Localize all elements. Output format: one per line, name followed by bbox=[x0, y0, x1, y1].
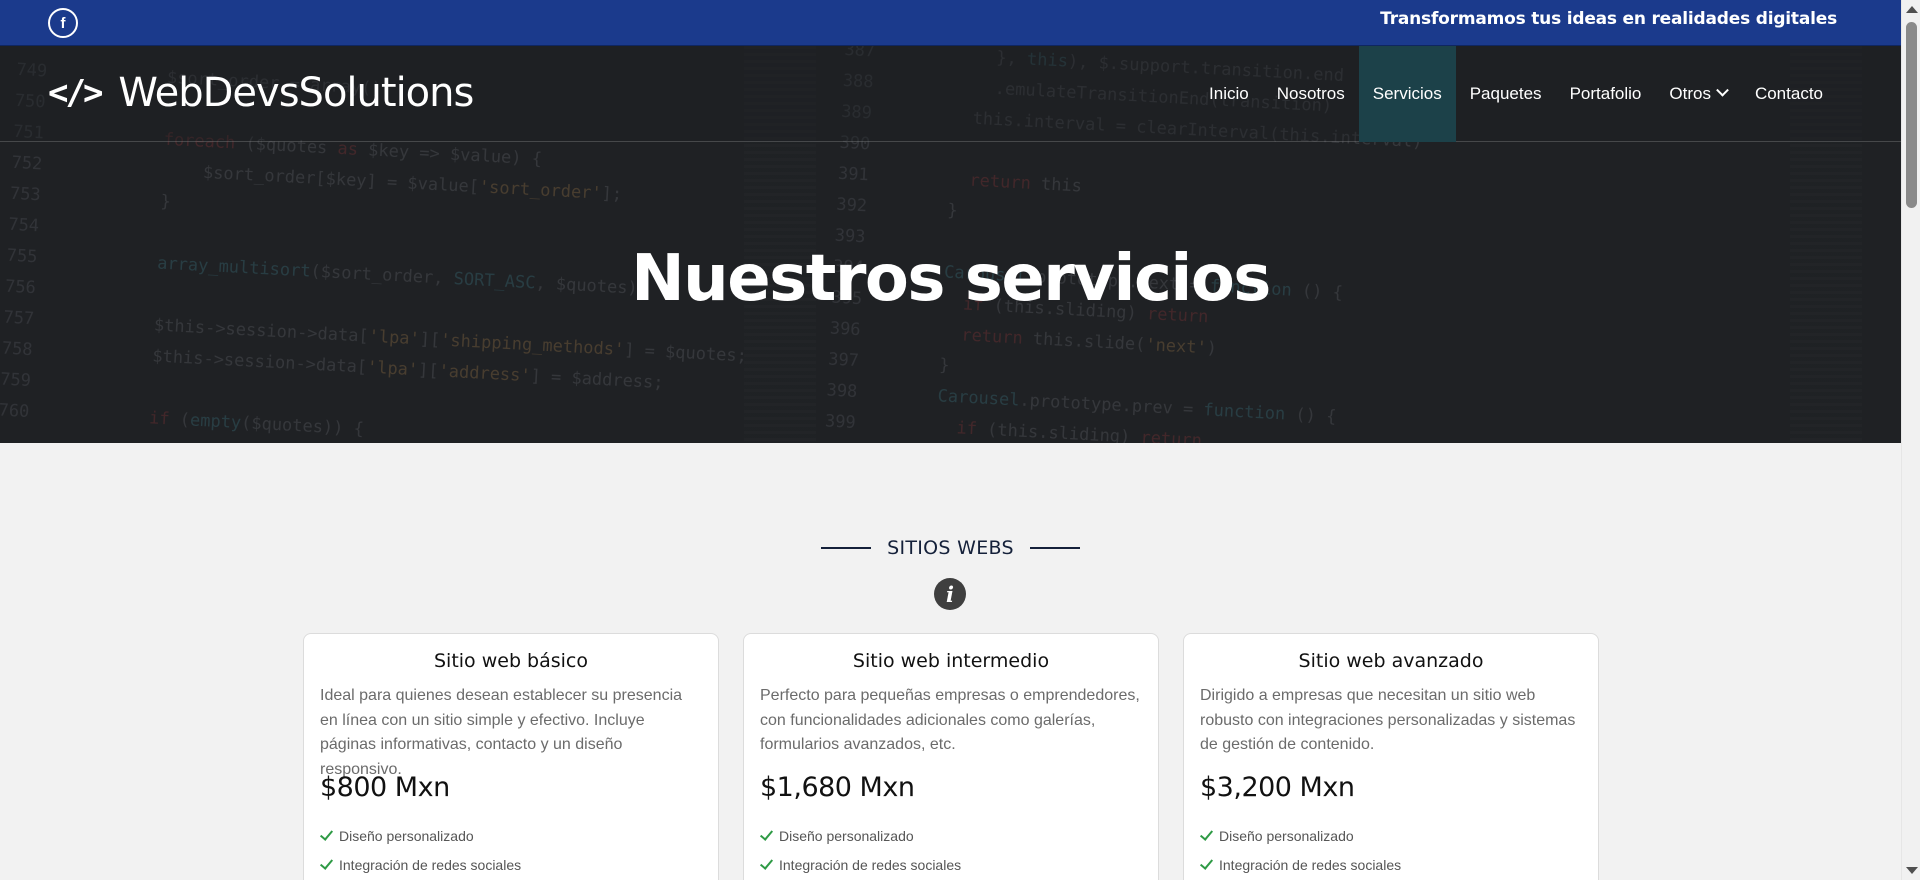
card-title: Sitio web básico bbox=[433, 650, 588, 672]
feature-item: Integración de redes sociales bbox=[759, 850, 1142, 879]
check-icon bbox=[1199, 855, 1214, 870]
scroll-down-arrow-icon[interactable] bbox=[1906, 867, 1918, 874]
card-description: Dirigido a empresas que necesitan un sit… bbox=[1200, 687, 1576, 753]
heading-divider-right bbox=[1029, 547, 1080, 549]
info-icon[interactable]: i bbox=[934, 578, 966, 610]
heading-divider-left bbox=[821, 547, 872, 549]
feature-label: Diseño personalizado bbox=[339, 827, 474, 844]
code-icon: </> bbox=[48, 73, 103, 113]
check-icon bbox=[1199, 826, 1214, 841]
section-heading-text: SITIOS WEBS bbox=[887, 537, 1014, 559]
nav-item-servicios[interactable]: Servicios bbox=[1358, 46, 1456, 142]
check-icon bbox=[759, 826, 774, 841]
nav-item-contacto[interactable]: Contacto bbox=[1741, 46, 1837, 142]
card-title: Sitio web avanzado bbox=[1298, 650, 1484, 672]
feature-label: Integración de redes sociales bbox=[1219, 856, 1402, 873]
nav-item-paquetes[interactable]: Paquetes bbox=[1456, 46, 1556, 142]
scroll-up-arrow-icon[interactable] bbox=[1906, 6, 1918, 13]
nav-item-nosotros[interactable]: Nosotros bbox=[1263, 46, 1359, 142]
card-description: Ideal para quienes desean establecer su … bbox=[320, 687, 683, 778]
feature-item: Diseño personalizado bbox=[759, 821, 1142, 850]
feature-label: Integración de redes sociales bbox=[779, 856, 962, 873]
logo-text: WebDevsSolutions bbox=[118, 70, 474, 116]
facebook-icon[interactable]: f bbox=[48, 8, 78, 38]
nav-item-otros[interactable]: Otros bbox=[1655, 46, 1741, 142]
page-scrollbar[interactable] bbox=[1901, 0, 1920, 880]
pricing-card-advanced: Sitio web avanzado Dirigido a empresas q… bbox=[1183, 633, 1599, 880]
page-title: Nuestros servicios bbox=[631, 242, 1271, 316]
check-icon bbox=[319, 855, 334, 870]
nav-item-inicio[interactable]: Inicio bbox=[1195, 46, 1263, 142]
check-icon bbox=[759, 855, 774, 870]
tagline: Transformamos tus ideas en realidades di… bbox=[1380, 9, 1837, 29]
card-price: $1,680 Mxn bbox=[760, 772, 915, 803]
top-bar: f Transformamos tus ideas en realidades … bbox=[0, 0, 1901, 46]
hero-banner: 749$sort_order = array();750751foreach (… bbox=[0, 46, 1901, 443]
feature-label: Diseño personalizado bbox=[1219, 827, 1354, 844]
main-nav: Inicio Nosotros Servicios Paquetes Porta… bbox=[1195, 46, 1837, 142]
logo[interactable]: </> WebDevsSolutions bbox=[48, 70, 474, 116]
pricing-card-basic: Sitio web básico Ideal para quienes dese… bbox=[303, 633, 719, 880]
check-icon bbox=[319, 826, 334, 841]
card-price: $3,200 Mxn bbox=[1200, 772, 1355, 803]
facebook-glyph: f bbox=[60, 14, 66, 32]
scroll-thumb[interactable] bbox=[1906, 22, 1917, 208]
feature-label: Diseño personalizado bbox=[779, 827, 914, 844]
chevron-down-icon bbox=[1716, 83, 1729, 97]
feature-item: Diseño personalizado bbox=[319, 821, 702, 850]
feature-item: Integración de redes sociales bbox=[319, 850, 702, 879]
feature-label: Integración de redes sociales bbox=[339, 856, 522, 873]
card-title: Sitio web intermedio bbox=[852, 650, 1050, 672]
navbar: </> WebDevsSolutions Inicio Nosotros Ser… bbox=[0, 46, 1901, 142]
nav-item-otros-label: Otros bbox=[1669, 84, 1711, 103]
nav-item-portafolio[interactable]: Portafolio bbox=[1556, 46, 1656, 142]
pricing-card-intermediate: Sitio web intermedio Perfecto para peque… bbox=[743, 633, 1159, 880]
card-price: $800 Mxn bbox=[320, 772, 450, 803]
feature-item: Diseño personalizado bbox=[1199, 821, 1582, 850]
section-heading: SITIOS WEBS bbox=[0, 537, 1901, 559]
card-description: Perfecto para pequeñas empresas o empren… bbox=[760, 687, 1140, 753]
feature-item: Integración de redes sociales bbox=[1199, 850, 1582, 879]
